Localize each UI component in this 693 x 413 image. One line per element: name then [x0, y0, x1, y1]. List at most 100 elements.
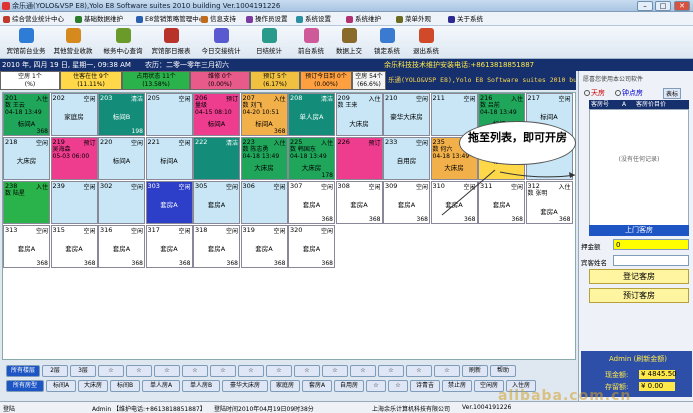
toolbar-button[interactable]: 宾馆前台业务 — [3, 28, 49, 58]
type_buttons-button[interactable]: 单人房A — [142, 380, 180, 392]
room-tile[interactable]: 225 入住数 韩国东 04-18 13:49 大床房 178 — [288, 137, 335, 180]
floor_buttons-button[interactable]: ☆ — [126, 365, 152, 377]
register-room-button[interactable]: 登记客房 — [589, 269, 689, 284]
floor_buttons-button[interactable]: 3层 — [70, 365, 96, 377]
table-toggle-button[interactable]: 表标 — [663, 88, 682, 99]
room-tile[interactable]: 318 空闲 套房A 368 — [193, 225, 240, 268]
room-tile[interactable]: 222 清洁 — [193, 137, 240, 180]
menu-label: E8营销策略管理中心 — [145, 15, 206, 23]
floor_buttons-button[interactable]: ☆ — [322, 365, 348, 377]
room-tile[interactable]: 209 入住数 王来 大床房 — [335, 93, 383, 136]
room-tile[interactable]: 221 空闲 标间A — [145, 137, 193, 180]
reserve-room-button[interactable]: 预订客房 — [589, 288, 689, 303]
legend-item: 预订 5个 (6.17%) — [250, 71, 300, 90]
room-tile[interactable]: 317 空闲 套房A 368 — [145, 225, 193, 268]
menu-item[interactable]: E8营销策略管理中心 — [135, 14, 205, 25]
room-tile[interactable]: 305 空闲 套房A — [193, 181, 240, 224]
floor_buttons-button[interactable]: ☆ — [434, 365, 460, 377]
room-tile[interactable]: 307 空闲 套房A 368 — [288, 181, 335, 224]
type_buttons-button[interactable]: 大床房 — [78, 380, 108, 392]
radio-hourly-room[interactable]: 钟点房 — [615, 88, 643, 98]
floor_buttons-button[interactable]: ☆ — [350, 365, 376, 377]
floor_buttons-button[interactable]: ☆ — [266, 365, 292, 377]
room-tile[interactable]: 219 预订 吴海森 05-03 06:00 — [50, 137, 98, 180]
type_buttons-button[interactable]: 诗青吉 — [410, 380, 440, 392]
floor_buttons-button[interactable]: ☆ — [98, 365, 124, 377]
room-number: 233 — [385, 138, 398, 146]
guest-name-field[interactable] — [613, 255, 689, 266]
selected-rooms-list[interactable]: (没有任何记录) — [589, 109, 689, 234]
room-tile[interactable]: 319 空闲 套房A 368 — [240, 225, 288, 268]
floor_buttons-button[interactable]: ☆ — [182, 365, 208, 377]
room-tile[interactable]: 303 空闲 套房A — [145, 181, 193, 224]
room-tile[interactable]: 313 空闲 套房A 368 — [3, 225, 50, 268]
type_buttons-button[interactable]: 家庭房 — [270, 380, 300, 392]
floor_buttons-button[interactable]: 所有楼层 — [6, 365, 40, 377]
floor_buttons-button[interactable]: 刷新 — [462, 365, 488, 377]
toolbar-button[interactable]: 帐务中心查询 — [100, 28, 146, 58]
room-tile[interactable]: 239 空闲 — [50, 181, 98, 224]
type_buttons-button[interactable]: ☆ — [366, 380, 386, 392]
room-tile[interactable]: 220 空闲 标间A — [98, 137, 145, 180]
room-tile[interactable]: 233 空闲 自用房 — [383, 137, 430, 180]
menu-item[interactable]: 关于系统 — [447, 14, 483, 25]
floor_buttons-button[interactable]: 2层 — [42, 365, 68, 377]
room-status: 空闲 — [320, 228, 333, 235]
radio-day-room[interactable]: 天房 — [584, 88, 605, 98]
room-tile[interactable]: 218 空闲 大床房 — [3, 137, 50, 180]
menu-item[interactable]: 操作员设置 — [245, 14, 288, 25]
room-tile[interactable]: 207 入住数 刘飞 04-20 10:51 标间A 368 — [240, 93, 288, 136]
floor_buttons-button[interactable]: 帮助 — [490, 365, 516, 377]
room-tile[interactable]: 309 空闲 套房A 368 — [383, 181, 430, 224]
admin-refresh-link[interactable]: Admin (刷新金额) — [609, 354, 667, 364]
toolbar-button[interactable]: 日结统计 — [246, 28, 292, 58]
floor_buttons-button[interactable]: ☆ — [154, 365, 180, 377]
toolbar-label: 其他营业收款 — [53, 47, 93, 55]
menu-item[interactable]: 系统设置 — [295, 14, 331, 25]
close-button[interactable]: ✕ — [674, 1, 690, 11]
room-tile[interactable]: 205 空闲 — [145, 93, 193, 136]
deposit-field[interactable]: 0 — [613, 239, 689, 250]
room-tile[interactable]: 320 空闲 套房A 368 — [288, 225, 335, 268]
room-tile[interactable]: 203 清洁 标间B 198 — [98, 93, 145, 136]
room-tile[interactable]: 208 清洁 单人房A — [288, 93, 335, 136]
room-tile[interactable]: 315 空闲 套房A 368 — [50, 225, 98, 268]
menu-item[interactable]: 信息支持 — [200, 14, 236, 25]
type_buttons-button[interactable]: 单人房B — [182, 380, 220, 392]
room-tile[interactable]: 223 入住数 陈志勇 04-18 13:49 大床房 — [240, 137, 288, 180]
type_buttons-button[interactable]: 禁止房 — [442, 380, 472, 392]
floor_buttons-button[interactable]: ☆ — [210, 365, 236, 377]
type_buttons-button[interactable]: 标间B — [110, 380, 140, 392]
toolbar-button[interactable]: 其他营业收款 — [50, 28, 96, 58]
floor_buttons-button[interactable]: ☆ — [238, 365, 264, 377]
type_buttons-button[interactable]: 标间A — [46, 380, 76, 392]
type_buttons-button[interactable]: 豪华大床房 — [222, 380, 268, 392]
type_buttons-button[interactable]: 所有房型 — [6, 380, 44, 392]
room-tile[interactable]: 201 入住数 王云 04-18 13:49 标间A 368 — [3, 93, 50, 136]
floor_buttons-button[interactable]: ☆ — [378, 365, 404, 377]
room-tile[interactable]: 238 入住数 陆星 — [3, 181, 50, 224]
toolbar-button[interactable]: 宾馆部日报表 — [148, 28, 194, 58]
room-tile[interactable]: 206 预订 量级 04-15 08:10 标间A — [193, 93, 240, 136]
type_buttons-button[interactable]: 自用房 — [334, 380, 364, 392]
room-tile[interactable]: 302 空闲 — [98, 181, 145, 224]
room-tile[interactable]: 308 空闲 套房A 368 — [335, 181, 383, 224]
room-tile[interactable]: 210 空闲 豪华大床房 — [383, 93, 430, 136]
floor_buttons-button[interactable]: ☆ — [406, 365, 432, 377]
type_buttons-button[interactable]: ☆ — [388, 380, 408, 392]
room-tile[interactable]: 306 空闲 — [240, 181, 288, 224]
minimize-button[interactable]: – — [637, 1, 653, 11]
room-type: 大床房 — [301, 164, 322, 172]
room-tile[interactable]: 316 空闲 套房A 368 — [98, 225, 145, 268]
menu-item[interactable]: 综合营业统计中心 — [2, 14, 64, 25]
type_buttons-button[interactable]: 套房A — [302, 380, 332, 392]
toolbar-button[interactable]: 退出系统 — [403, 28, 449, 58]
room-tile[interactable]: 226 预订 — [335, 137, 383, 180]
floor_buttons-button[interactable]: ☆ — [294, 365, 320, 377]
toolbar-button[interactable]: 今日交接统计 — [198, 28, 244, 58]
menu-item[interactable]: 系统维护 — [345, 14, 381, 25]
menu-item[interactable]: 菜单外观 — [395, 14, 431, 25]
menu-item[interactable]: 基础数据维护 — [74, 14, 123, 25]
maximize-button[interactable]: □ — [655, 1, 671, 11]
room-tile[interactable]: 202 空闲 家庭房 — [50, 93, 98, 136]
